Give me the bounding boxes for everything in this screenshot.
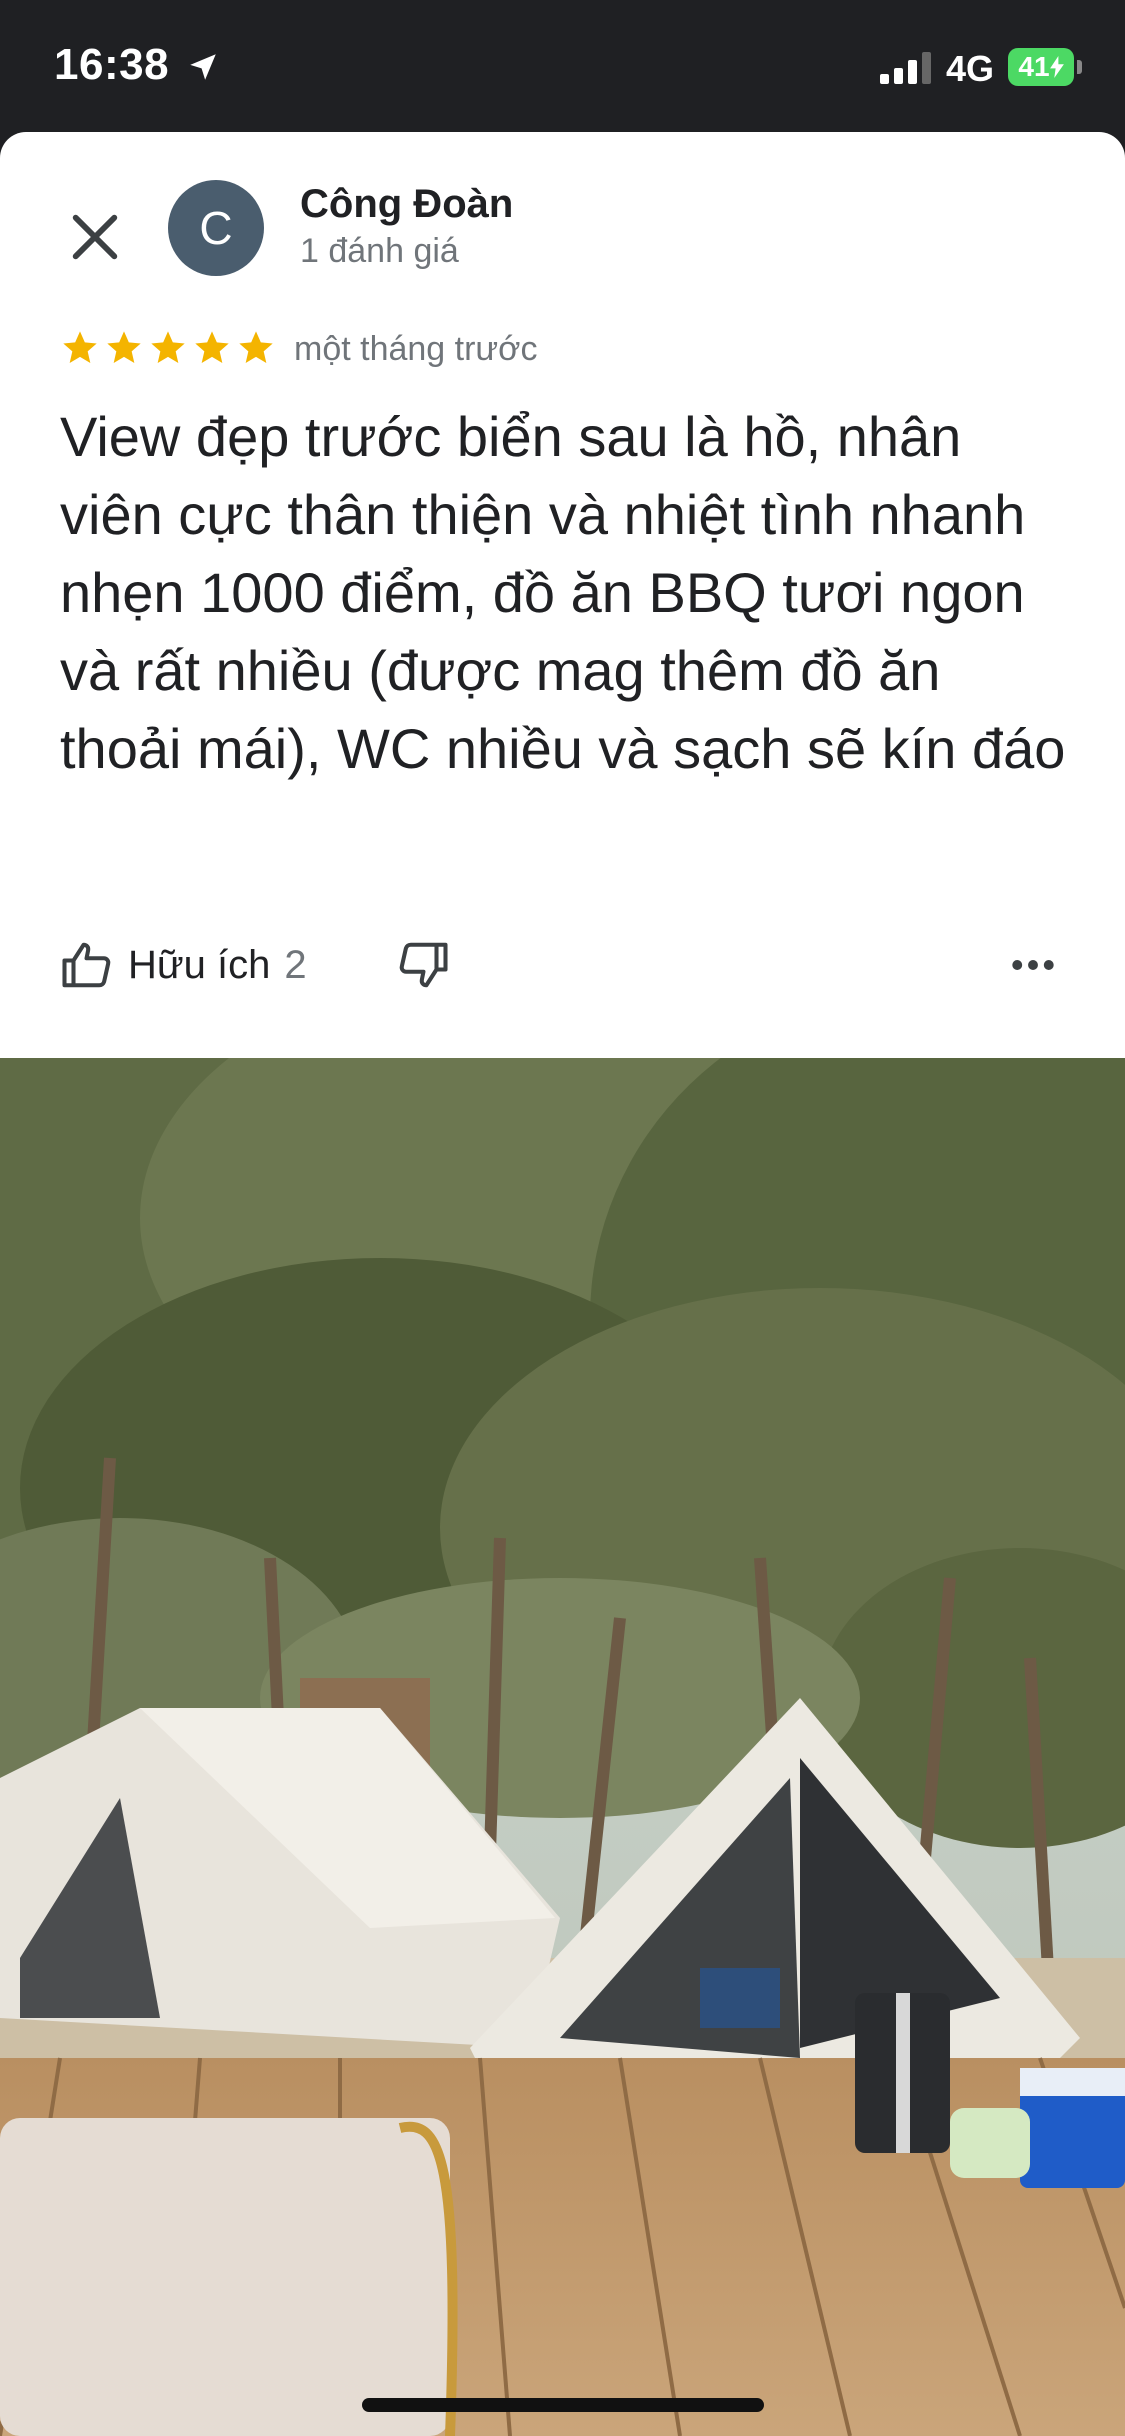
star-icon <box>239 331 273 363</box>
author-review-count: 1 đánh giá <box>300 232 459 270</box>
avatar-initial: C <box>199 202 233 254</box>
review-sheet: C Công Đoàn 1 đánh giá một tháng trước V… <box>0 132 1125 1060</box>
review-actions: Hữu ích 2 <box>60 930 1070 1000</box>
battery-cap <box>1077 60 1082 74</box>
review-text: View đẹp trước biển sau là hồ, nhân viên… <box>60 405 1066 780</box>
author-name[interactable]: Công Đoàn <box>300 182 513 227</box>
star-icon <box>63 331 97 363</box>
home-indicator[interactable] <box>362 2398 764 2412</box>
more-horiz-icon[interactable] <box>1006 938 1060 992</box>
helpful-button[interactable]: Hữu ích 2 <box>60 930 307 1000</box>
battery-level: 41 <box>1018 51 1050 82</box>
review-time: một tháng trước <box>294 330 538 368</box>
charging-bolt-icon <box>1049 56 1064 78</box>
star-rating <box>60 328 276 368</box>
star-icon <box>151 331 185 363</box>
location-arrow-icon <box>190 54 216 80</box>
status-bar: 16:38 4G 41 <box>0 0 1125 132</box>
network-type: 4G <box>946 48 995 89</box>
status-time: 16:38 <box>54 40 170 89</box>
thumb-up-icon <box>62 942 111 988</box>
star-icon <box>195 331 229 363</box>
helpful-label: Hữu ích <box>128 942 271 987</box>
close-icon[interactable] <box>66 208 124 266</box>
battery-indicator: 41 <box>1008 48 1074 86</box>
helpful-count: 2 <box>284 942 307 987</box>
avatar[interactable]: C <box>168 180 264 276</box>
thumb-down-icon[interactable] <box>396 938 450 992</box>
star-icon <box>107 331 141 363</box>
review-photo[interactable] <box>0 1058 1125 2436</box>
signal-icon <box>880 52 931 84</box>
